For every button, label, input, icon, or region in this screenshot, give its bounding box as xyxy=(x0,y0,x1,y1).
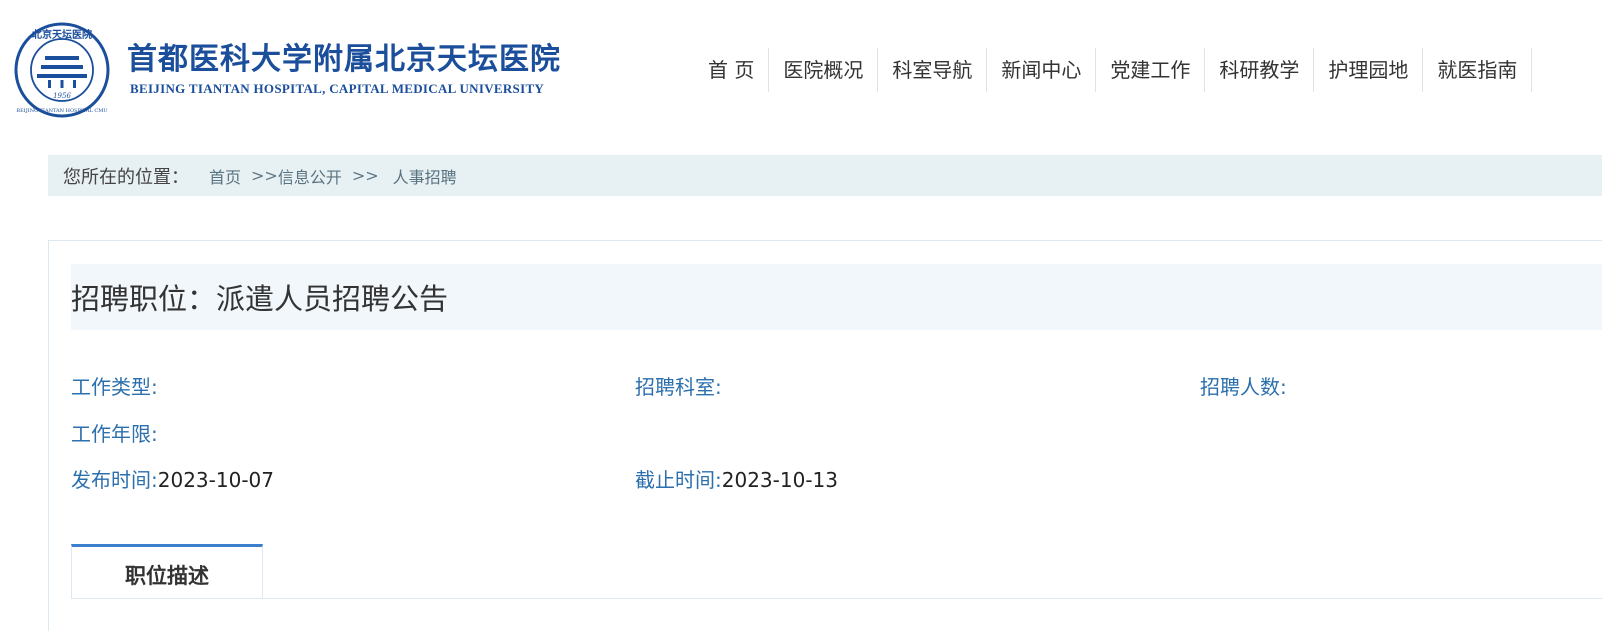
breadcrumb: 您所在的位置： 首页 >> 信息公开 >> 人事招聘 xyxy=(48,155,1602,196)
seal-en-text: BEIJING TIANTAN HOSPITAL CMU xyxy=(16,108,107,114)
deadline-value: 2023-10-13 xyxy=(721,468,838,492)
breadcrumb-label: 您所在的位置： xyxy=(63,166,189,188)
nav-item-home[interactable]: 首 页 xyxy=(694,48,768,92)
nav-item-party[interactable]: 党建工作 xyxy=(1095,48,1204,92)
nav-item-news[interactable]: 新闻中心 xyxy=(986,48,1095,92)
job-title-bar: 招聘职位：派遣人员招聘公告 xyxy=(71,264,1602,330)
nav-item-nursing[interactable]: 护理园地 xyxy=(1313,48,1422,92)
nav-item-departments[interactable]: 科室导航 xyxy=(877,48,986,92)
breadcrumb-separator: >> xyxy=(351,166,379,185)
seal-year-text: 1956 xyxy=(53,92,71,100)
tab-job-description[interactable]: 职位描述 xyxy=(71,544,263,598)
work-years-label: 工作年限: xyxy=(71,422,158,446)
nav-item-overview[interactable]: 医院概况 xyxy=(768,48,877,92)
publish-date-value: 2023-10-07 xyxy=(157,468,274,492)
hospital-name-en[interactable]: BEIJING TIANTAN HOSPITAL, CAPITAL MEDICA… xyxy=(130,81,544,97)
site-header: 北京天坛医院 BEIJING TIANTAN HOSPITAL CMU 1956… xyxy=(0,0,1602,140)
deadline-label: 截止时间: xyxy=(635,468,722,492)
breadcrumb-section-link[interactable]: 信息公开 xyxy=(278,164,342,188)
headcount-label: 招聘人数: xyxy=(1200,375,1287,399)
hospital-name-cn[interactable]: 首都医科大学附属北京天坛医院 xyxy=(127,34,561,78)
department-field: 招聘科室: xyxy=(635,371,722,400)
department-label: 招聘科室: xyxy=(635,375,722,399)
work-years-field: 工作年限: xyxy=(71,418,158,447)
breadcrumb-current-link[interactable]: 人事招聘 xyxy=(393,164,457,188)
work-type-field: 工作类型: xyxy=(71,371,158,400)
nav-item-guide[interactable]: 就医指南 xyxy=(1422,48,1531,92)
seal-cn-text: 北京天坛医院 xyxy=(32,28,92,41)
breadcrumb-separator: >> xyxy=(251,166,278,185)
job-tabs: 职位描述 xyxy=(71,544,1602,599)
main-nav: 首 页 医院概况 科室导航 新闻中心 党建工作 科研教学 护理园地 就医指南 xyxy=(694,48,1566,92)
nav-item-research[interactable]: 科研教学 xyxy=(1204,48,1313,92)
deadline-field: 截止时间:2023-10-13 xyxy=(635,464,838,493)
nav-item-more[interactable] xyxy=(1531,48,1566,92)
breadcrumb-home-link[interactable]: 首页 xyxy=(209,164,241,188)
job-title: 招聘职位：派遣人员招聘公告 xyxy=(71,282,449,316)
publish-date-field: 发布时间:2023-10-07 xyxy=(71,464,274,493)
hospital-seal-logo[interactable]: 北京天坛医院 BEIJING TIANTAN HOSPITAL CMU 1956 xyxy=(14,22,110,118)
publish-date-label: 发布时间: xyxy=(71,468,158,492)
headcount-field: 招聘人数: xyxy=(1200,371,1287,400)
work-type-label: 工作类型: xyxy=(71,375,158,399)
